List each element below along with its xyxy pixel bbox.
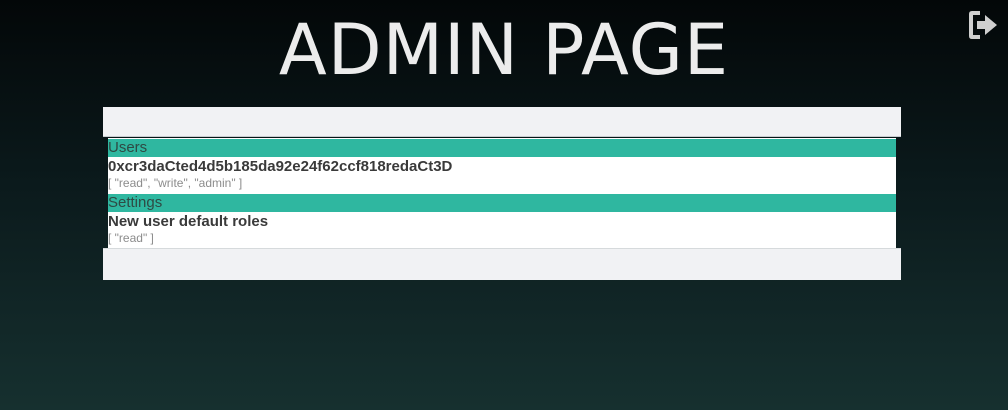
page-title: ADMIN PAGE [278,9,730,91]
panel-body: Users 0xcr3daCted4d5b185da92e24f62ccf818… [108,138,896,249]
logout-button[interactable] [966,8,1000,42]
admin-panel: Users 0xcr3daCted4d5b185da92e24f62ccf818… [103,107,901,280]
user-entry[interactable]: 0xcr3daCted4d5b185da92e24f62ccf818redaCt… [108,157,896,194]
user-roles: [ "read", "write", "admin" ] [108,176,243,190]
panel-header [103,107,901,137]
logout-icon [969,11,997,39]
users-section-header: Users [108,139,896,157]
user-address: 0xcr3daCted4d5b185da92e24f62ccf818redaCt… [108,158,453,175]
setting-roles: [ "read" ] [108,231,154,245]
setting-entry[interactable]: New user default roles [ "read" ] [108,212,896,249]
setting-title: New user default roles [108,213,269,230]
panel-footer [103,248,901,280]
settings-section-header: Settings [108,194,896,212]
